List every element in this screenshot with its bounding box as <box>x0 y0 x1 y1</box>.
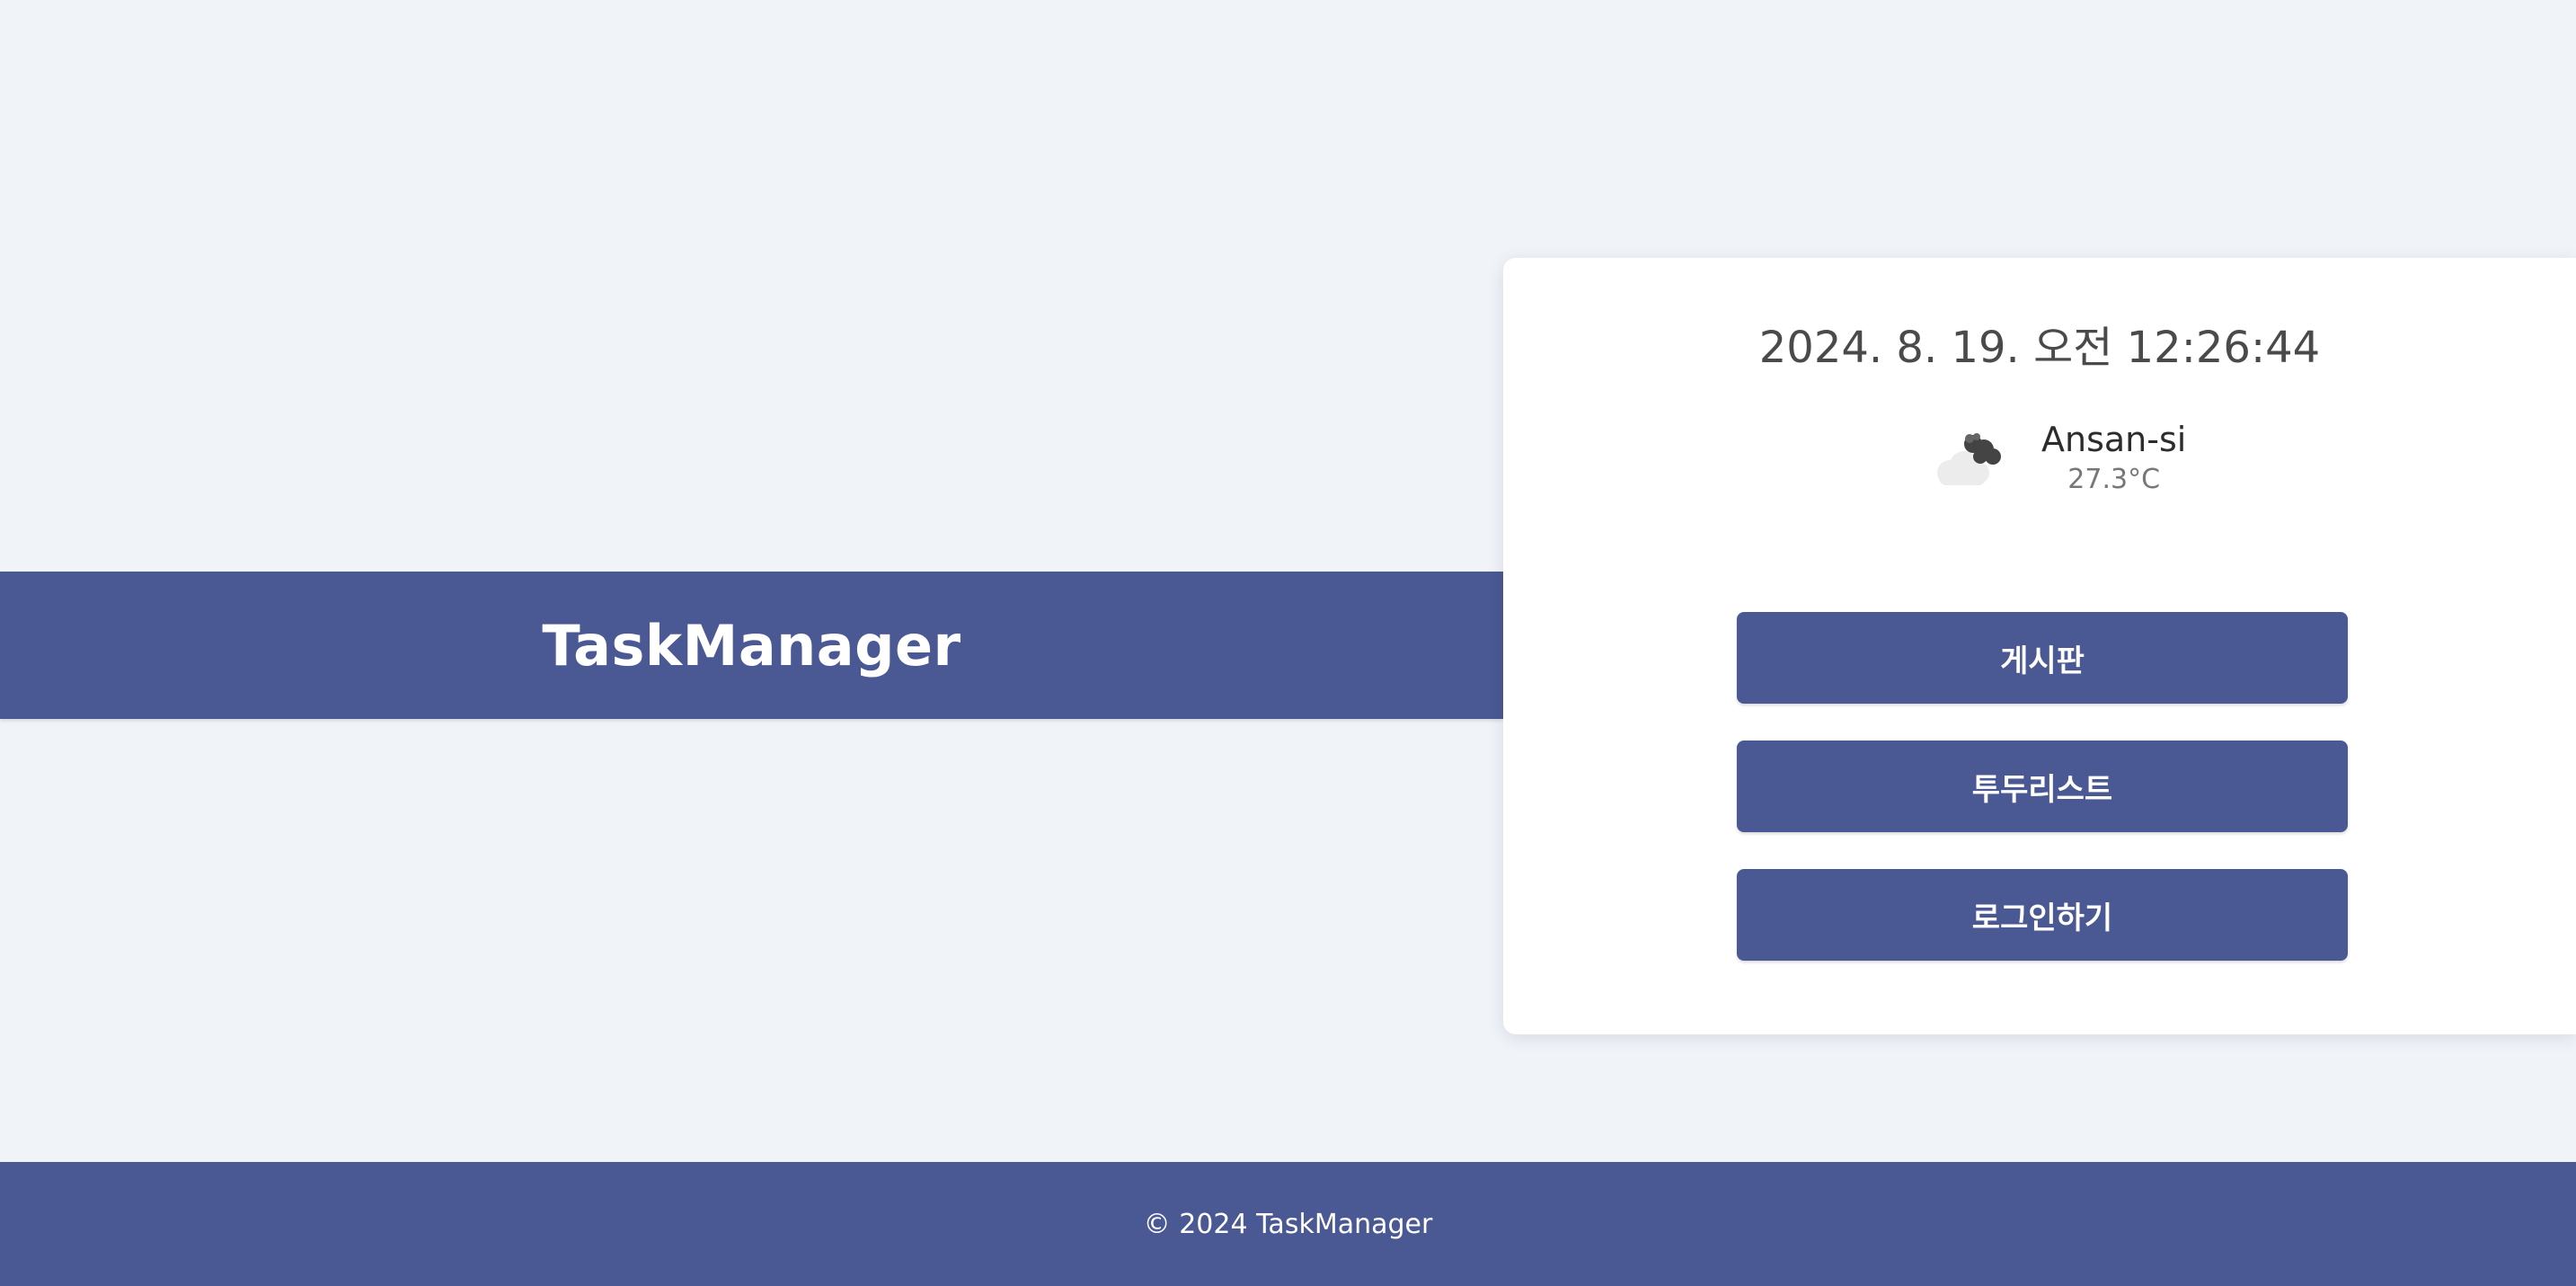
weather-temperature: 27.3°C <box>2067 464 2161 495</box>
board-button[interactable]: 게시판 <box>1737 612 2348 704</box>
cloudy-night-icon <box>1937 433 2001 485</box>
main-panel: 2024. 8. 19. 오전 12:26:44 Ansan-si 27.3°C… <box>1503 258 2576 1034</box>
app-title: TaskManager <box>542 612 961 678</box>
footer: © 2024 TaskManager <box>0 1162 2576 1286</box>
footer-copyright: © 2024 TaskManager <box>1143 1208 1433 1240</box>
weather-city: Ansan-si <box>2041 420 2187 459</box>
weather-widget: Ansan-si 27.3°C <box>1923 409 2186 508</box>
weather-info: Ansan-si 27.3°C <box>2041 418 2186 499</box>
login-button[interactable]: 로그인하기 <box>1737 869 2348 961</box>
current-datetime: 2024. 8. 19. 오전 12:26:44 <box>1758 323 2321 373</box>
page: TaskManager 2024. 8. 19. 오전 12:26:44 Ans… <box>0 0 2576 1286</box>
todolist-button[interactable]: 투두리스트 <box>1737 741 2348 832</box>
hero-banner: TaskManager <box>0 572 1503 719</box>
